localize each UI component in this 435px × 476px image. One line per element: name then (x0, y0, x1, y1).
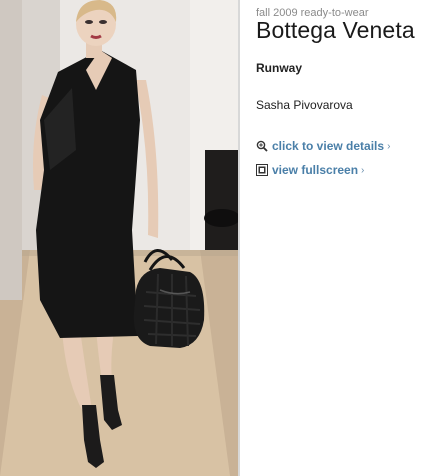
view-details-label[interactable]: click to view details (272, 139, 384, 153)
runway-page: fall 2009 ready-to-wear Bottega Veneta R… (0, 0, 435, 476)
chevron-right-icon: › (387, 140, 391, 152)
panel-divider (238, 0, 240, 476)
runway-photo[interactable] (0, 0, 240, 476)
zoom-in-icon (256, 140, 268, 152)
chevron-right-icon: › (361, 164, 365, 176)
view-fullscreen-label[interactable]: view fullscreen (272, 163, 358, 177)
section-heading: Runway (256, 61, 303, 75)
runway-model-image (0, 0, 240, 476)
view-fullscreen-link[interactable]: view fullscreen › (256, 163, 364, 177)
model-name: Sasha Pivovarova (256, 98, 353, 112)
fullscreen-icon (256, 164, 268, 176)
designer-title: Bottega Veneta (256, 17, 415, 43)
view-details-link[interactable]: click to view details › (256, 139, 390, 153)
